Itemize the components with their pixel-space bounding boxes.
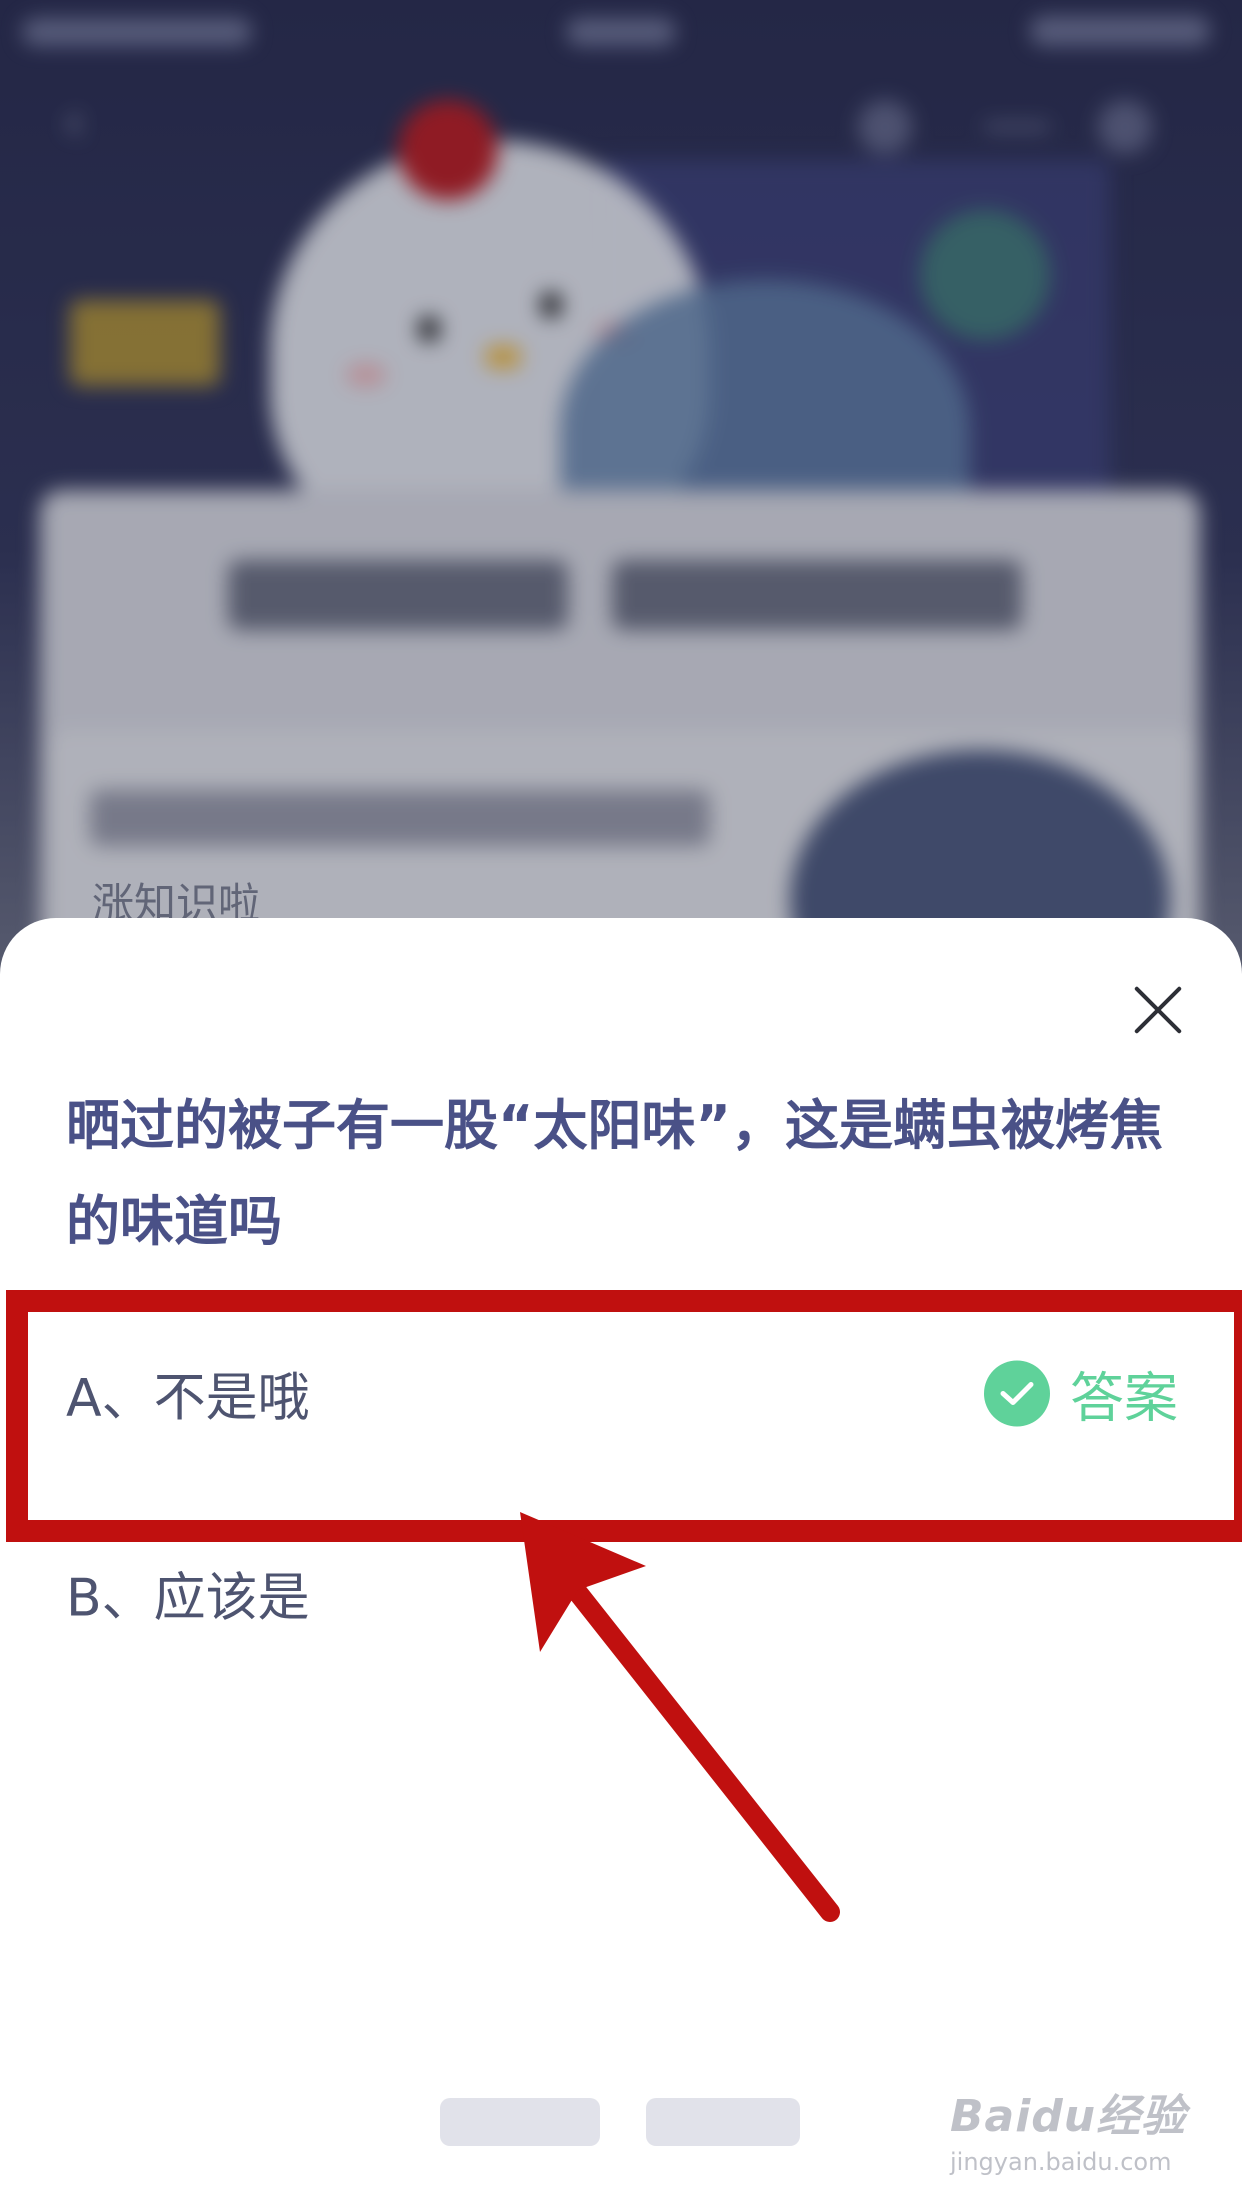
- footer-link: [440, 2098, 600, 2146]
- watermark-url: jingyan.baidu.com: [950, 2148, 1172, 2176]
- option-a[interactable]: A、不是哦 答案: [0, 1308, 1242, 1478]
- answer-tag: 答案: [984, 1354, 1178, 1433]
- option-a-label: A、不是哦: [66, 1368, 310, 1429]
- option-b-label: B、应该是: [66, 1568, 310, 1629]
- dim-overlay: [0, 0, 1242, 1000]
- question-sheet: 晒过的被子有一股“太阳味”，这是螨虫被烤焦的味道吗 A、不是哦 答案 B、应该是: [0, 918, 1242, 2208]
- watermark: Baidu经验 jingyan.baidu.com: [950, 2080, 1220, 2190]
- check-icon: [984, 1360, 1050, 1426]
- option-b[interactable]: B、应该是: [0, 1508, 1242, 1678]
- background-page: ‹ 涨知识啦: [0, 0, 1242, 1000]
- footer-link: [646, 2098, 800, 2146]
- question-text: 晒过的被子有一股“太阳味”，这是螨虫被烤焦的味道吗: [66, 1094, 1163, 1253]
- answer-label: 答案: [1070, 1366, 1178, 1430]
- close-button[interactable]: [1128, 980, 1188, 1040]
- watermark-logo: Baidu经验: [950, 2091, 1187, 2142]
